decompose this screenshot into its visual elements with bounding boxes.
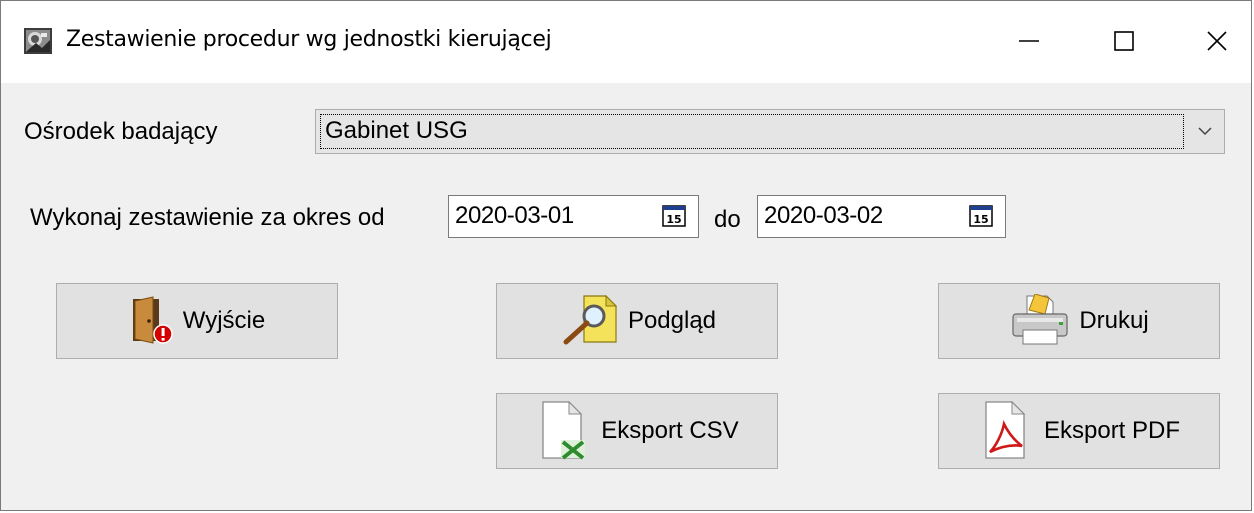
print-button[interactable]: Drukuj xyxy=(938,283,1220,359)
maximize-icon xyxy=(1114,31,1134,51)
app-icon xyxy=(24,28,52,54)
preview-button[interactable]: Podgląd xyxy=(496,283,778,359)
minimize-icon xyxy=(1019,40,1039,42)
center-select-value: Gabinet USG xyxy=(325,117,468,144)
date-to-field[interactable]: 2020-03-02 15 xyxy=(757,195,1006,238)
export-csv-button[interactable]: Eksport CSV xyxy=(496,393,778,469)
exit-button[interactable]: Wyjście xyxy=(56,283,338,359)
minimize-button[interactable] xyxy=(999,15,1059,67)
center-label: Ośrodek badający xyxy=(24,118,218,145)
export-pdf-button-label: Eksport PDF xyxy=(1043,417,1181,444)
report-window: Zestawienie procedur wg jednostki kieruj… xyxy=(0,0,1252,511)
close-button[interactable] xyxy=(1187,15,1247,67)
maximize-button[interactable] xyxy=(1094,15,1154,67)
chevron-down-icon[interactable] xyxy=(1186,110,1224,153)
window-title: Zestawienie procedur wg jednostki kieruj… xyxy=(66,27,552,52)
calendar-icon[interactable]: 15 xyxy=(969,205,993,227)
export-pdf-button[interactable]: Eksport PDF xyxy=(938,393,1220,469)
date-from-field[interactable]: 2020-03-01 15 xyxy=(448,195,699,238)
exit-button-label: Wyjście xyxy=(182,307,266,334)
title-bar[interactable]: Zestawienie procedur wg jednostki kieruj… xyxy=(1,1,1251,83)
date-to-value: 2020-03-02 xyxy=(764,202,883,229)
print-button-label: Drukuj xyxy=(1079,307,1149,334)
magnifier-document-icon xyxy=(563,294,618,345)
csv-file-icon xyxy=(542,400,586,460)
export-csv-button-label: Eksport CSV xyxy=(601,417,739,444)
center-select[interactable]: Gabinet USG xyxy=(315,109,1225,154)
date-to-label: do xyxy=(714,206,741,233)
preview-button-label: Podgląd xyxy=(627,307,717,334)
period-label: Wykonaj zestawienie za okres od xyxy=(30,204,385,231)
calendar-icon[interactable]: 15 xyxy=(662,205,686,227)
date-from-value: 2020-03-01 xyxy=(455,202,574,229)
close-icon xyxy=(1207,31,1227,51)
pdf-file-icon xyxy=(985,400,1026,459)
exit-door-icon xyxy=(132,296,173,344)
svg-text:15: 15 xyxy=(666,213,681,226)
svg-text:15: 15 xyxy=(973,213,988,226)
printer-icon xyxy=(1012,294,1068,345)
